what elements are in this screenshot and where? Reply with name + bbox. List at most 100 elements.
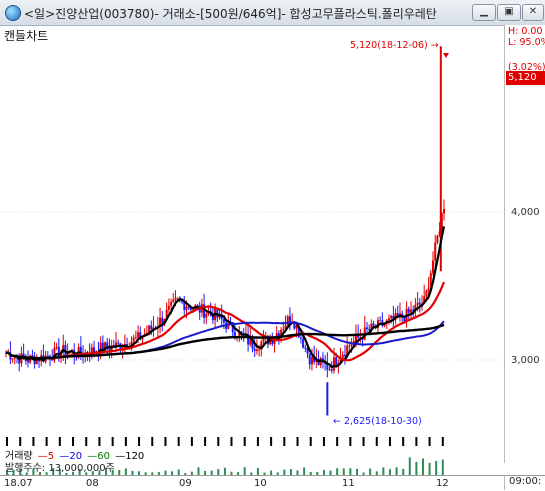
candle-body — [161, 317, 164, 324]
candle-body — [134, 337, 137, 339]
volume-marker — [296, 437, 299, 446]
candle-body — [46, 355, 49, 357]
x-axis: 18.07 08 09 10 11 12 — [0, 475, 504, 491]
candle-body — [282, 328, 285, 330]
close-button[interactable]: ✕ — [522, 4, 544, 21]
volume-marker — [270, 437, 273, 446]
candle-body — [407, 308, 410, 313]
candle-body — [418, 302, 421, 305]
volume-bar — [124, 468, 127, 475]
candle-body — [425, 290, 428, 297]
volume-bar — [243, 467, 246, 475]
x-label-dec: 12 — [436, 478, 449, 489]
candle-body — [416, 302, 419, 305]
candle-body — [205, 313, 208, 318]
volume-bar — [256, 468, 259, 475]
x-label-aug: 08 — [86, 478, 99, 489]
candle-body — [330, 369, 333, 371]
volume-bar — [197, 467, 200, 475]
candle-body — [253, 348, 256, 351]
candle-body — [350, 344, 353, 346]
candle-body — [132, 337, 135, 343]
app-icon — [5, 5, 21, 21]
volume-bar — [349, 468, 352, 475]
candle-body — [379, 320, 382, 322]
volume-marker — [98, 437, 101, 446]
candle-body — [390, 315, 393, 319]
volume-marker — [124, 437, 127, 446]
candle-body — [365, 327, 368, 329]
volume-marker — [428, 437, 431, 446]
candle-body — [288, 316, 291, 323]
candle-body — [310, 357, 313, 365]
volume-marker — [322, 437, 325, 446]
x-label-oct: 10 — [254, 478, 267, 489]
volume-marker — [230, 437, 233, 446]
volume-marker — [111, 437, 114, 446]
volume-marker — [6, 437, 8, 446]
volume-marker — [138, 437, 141, 446]
candle-body — [328, 369, 331, 371]
candle-body — [427, 288, 430, 291]
candle-body — [170, 301, 173, 306]
window-title: <일>진양산업(003780)- 거래소-[500원/646억]- 합성고무플라… — [24, 7, 437, 21]
volume-bar — [395, 467, 398, 475]
y-tick-4000: 4,000 — [511, 207, 540, 218]
candle-body — [332, 357, 335, 371]
title-bar: <일>진양산업(003780)- 거래소-[500원/646억]- 합성고무플라… — [0, 0, 545, 26]
candle-body — [372, 323, 375, 326]
volume-bar — [408, 457, 411, 475]
candle-body — [176, 297, 179, 299]
candle-chart[interactable] — [0, 25, 504, 475]
volume-marker — [362, 437, 365, 446]
volume-bar — [415, 461, 418, 475]
volume-marker — [151, 437, 154, 446]
candle-body — [255, 349, 258, 351]
ma120-legend: —120 — [115, 451, 145, 462]
restore-button[interactable]: ▣ — [497, 4, 521, 21]
candle-body — [174, 298, 177, 300]
candle-body — [343, 354, 346, 356]
candle-body — [348, 345, 351, 347]
volume-marker — [177, 437, 180, 446]
x-label-sep: 09 — [179, 478, 192, 489]
high-annotation: 5,120(18-12-06) → — [350, 40, 439, 51]
volume-marker — [349, 437, 352, 446]
volume-marker — [375, 437, 378, 446]
volume-marker — [309, 437, 312, 446]
candle-body — [443, 209, 445, 214]
candle-body — [431, 260, 434, 274]
candle-body — [368, 328, 371, 330]
volume-bar — [336, 468, 339, 475]
volume-marker — [283, 437, 286, 446]
y-tick-3000: 3,000 — [511, 355, 540, 366]
candle-body — [308, 353, 311, 365]
candle-body — [185, 306, 188, 310]
volume-marker — [388, 437, 391, 446]
volume-bar — [303, 467, 306, 475]
volume-bar — [441, 459, 444, 475]
volume-marker — [190, 437, 193, 446]
volume-marker — [402, 437, 405, 446]
candle-body — [304, 347, 307, 349]
candle-body — [286, 316, 289, 326]
x-label-nov: 11 — [342, 478, 355, 489]
minimize-button[interactable]: ▁ — [472, 4, 496, 21]
low-annotation: ← 2,625(18-10-30) — [333, 416, 422, 427]
volume-marker — [32, 437, 35, 446]
volume-marker — [85, 437, 88, 446]
volume-marker — [243, 437, 246, 446]
candle-body — [335, 357, 338, 366]
volume-marker — [217, 437, 220, 446]
candle-body — [302, 338, 305, 348]
x-label-jul: 18.07 — [4, 478, 33, 489]
candle-body — [11, 358, 14, 360]
volume-bar — [421, 458, 424, 475]
candle-body — [172, 299, 175, 302]
volume-marker — [204, 437, 207, 446]
candle-body — [117, 342, 120, 344]
candle-body — [409, 309, 412, 313]
candle-body — [434, 242, 437, 261]
volume-bar — [223, 467, 226, 475]
candle-body — [387, 318, 390, 321]
